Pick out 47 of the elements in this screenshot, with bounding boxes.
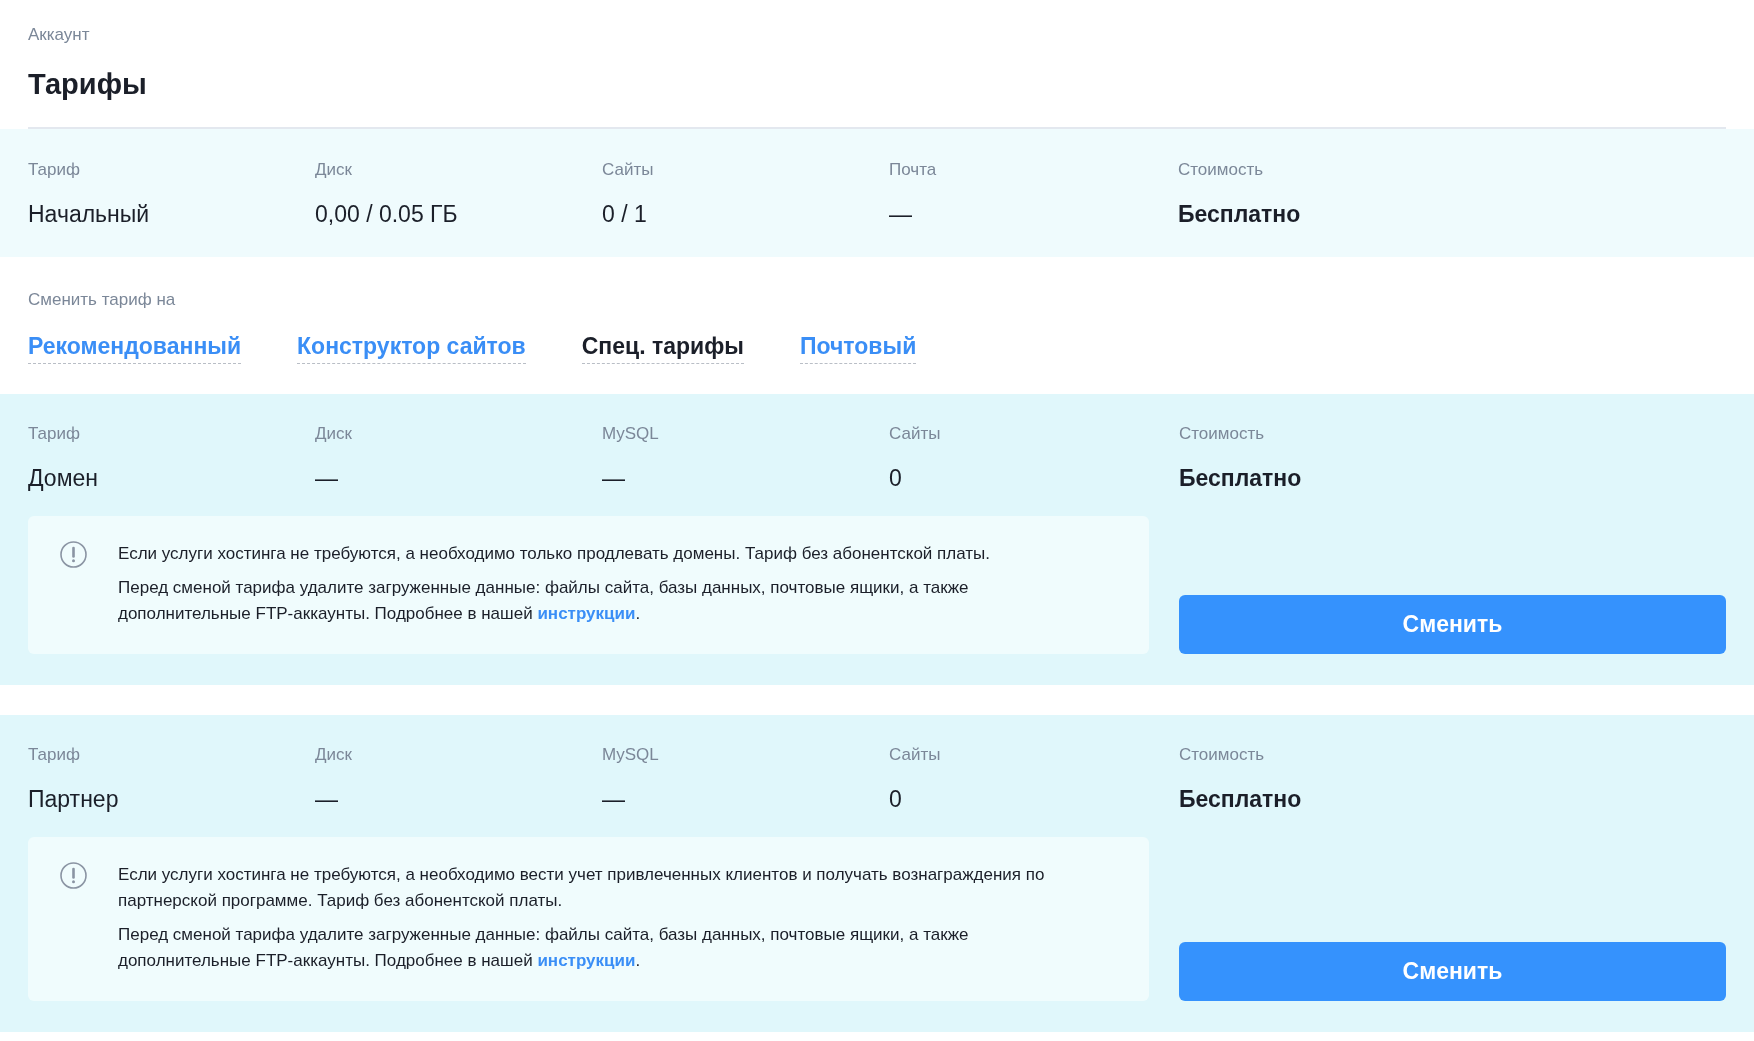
column-value: — — [889, 200, 912, 229]
column-label: Диск — [315, 423, 352, 445]
column-value: — — [315, 785, 338, 814]
column-value: — — [602, 464, 625, 493]
info-text: Если услуги хостинга не требуются, а необходимо только продлевать домены. Тариф без абонентской платы. — [118, 543, 991, 565]
column-label: Тариф — [28, 423, 80, 445]
column-label: Сайты — [602, 159, 654, 181]
column-value: Домен — [28, 464, 98, 493]
column-value: Партнер — [28, 785, 119, 814]
column-label: Стоимость — [1179, 423, 1265, 445]
column-value: Начальный — [28, 200, 150, 229]
plan-tab[interactable]: Почтовый — [800, 331, 917, 364]
exclamation-circle-icon — [60, 541, 87, 568]
instructions-link[interactable]: инструкции — [537, 604, 636, 623]
column-label: Сайты — [889, 744, 941, 766]
column-value: — — [602, 785, 625, 814]
info-text: Перед сменой тарифа удалите загруженные данные: файлы сайта, базы данных, почтовые ящики, а также дополнительные FTP-аккаунты. Подробнее в нашей инструкции. — [118, 924, 970, 972]
info-text: Перед сменой тарифа удалите загруженные данные: файлы сайта, базы данных, почтовые ящики, а также дополнительные FTP-аккаунты. Подробнее в нашей инструкции. — [118, 577, 970, 625]
column-value: 0 — [889, 464, 902, 493]
plan-tab[interactable]: Конструктор сайтов — [297, 331, 526, 364]
column-value: — — [315, 464, 338, 493]
column-value: 0,00 / 0.05 ГБ — [315, 200, 458, 229]
change-button[interactable]: Сменить — [1179, 595, 1726, 654]
column-label: Стоимость — [1179, 744, 1265, 766]
page-title: Тарифы — [28, 67, 147, 102]
breadcrumb[interactable]: Аккаунт — [28, 23, 90, 47]
column-label: Тариф — [28, 744, 80, 766]
column-label: Стоимость — [1178, 159, 1264, 181]
plan-tab[interactable]: Спец. тарифы — [581, 331, 744, 364]
column-value: Бесплатно — [1178, 200, 1301, 229]
column-label: Сайты — [889, 423, 941, 445]
column-label: Почта — [889, 159, 937, 181]
change-plan-label: Сменить тариф на — [28, 289, 176, 311]
column-value: Бесплатно — [1179, 785, 1302, 814]
exclamation-circle-icon — [60, 862, 87, 889]
column-label: Тариф — [28, 159, 80, 181]
instructions-link[interactable]: инструкции — [537, 951, 636, 970]
column-label: MySQL — [602, 423, 659, 445]
column-label: MySQL — [602, 744, 659, 766]
info-text: Если услуги хостинга не требуются, а необходимо вести учет привлеченных клиентов и получать вознаграждения по партнерской программе. Тариф без абонентской платы. — [118, 864, 1046, 912]
column-value: Бесплатно — [1179, 464, 1302, 493]
column-label: Диск — [315, 159, 352, 181]
column-value: 0 — [889, 785, 902, 814]
column-label: Диск — [315, 744, 352, 766]
column-value: 0 / 1 — [602, 200, 647, 229]
plan-tab[interactable]: Рекомендованный — [28, 331, 242, 364]
change-button[interactable]: Сменить — [1179, 942, 1726, 1001]
